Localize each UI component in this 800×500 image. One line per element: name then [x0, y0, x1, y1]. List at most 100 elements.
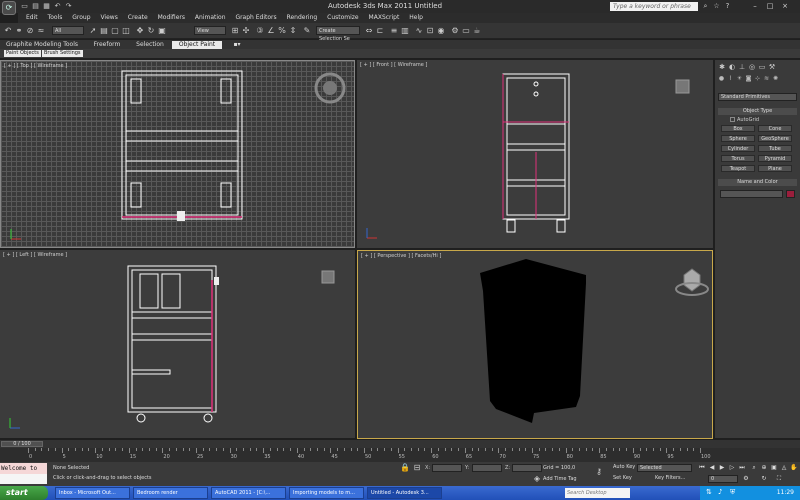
plane-button[interactable]: Plane — [758, 165, 792, 172]
menu-rendering[interactable]: Rendering — [287, 13, 318, 23]
x-coordinate-field[interactable] — [432, 464, 462, 472]
orbit-icon[interactable]: ↻ — [760, 475, 768, 483]
time-tag-icon[interactable]: ◈ — [532, 474, 542, 484]
network-icon[interactable]: ⇅ — [706, 488, 712, 496]
menu-edit[interactable]: Edit — [26, 13, 38, 23]
next-frame-icon[interactable]: ▷ — [728, 464, 736, 472]
time-slider-thumb[interactable]: 0 / 100 — [1, 441, 43, 447]
select-by-name-icon[interactable]: ▤ — [99, 26, 109, 36]
percent-snap-icon[interactable]: % — [277, 26, 287, 36]
rotate-icon[interactable]: ↻ — [146, 26, 156, 36]
snap-3-icon[interactable]: ③ — [255, 26, 265, 36]
shapes-icon[interactable]: ⌇ — [726, 74, 735, 83]
maximize-button[interactable]: □ — [765, 1, 775, 11]
schematic-view-icon[interactable]: ⊡ — [425, 26, 435, 36]
object-type-rollout[interactable]: Object Type — [718, 108, 797, 115]
tab-graphite-modeling[interactable]: Graphite Modeling Tools — [2, 41, 82, 49]
security-icon[interactable]: ⛨ — [730, 488, 735, 497]
tab-freeform[interactable]: Freeform — [85, 41, 129, 49]
minimize-button[interactable]: – — [750, 1, 760, 11]
maxscript-input[interactable] — [0, 474, 47, 484]
tab-object-paint[interactable]: Object Paint — [172, 41, 222, 49]
autogrid-box[interactable] — [730, 117, 735, 122]
open-file-icon[interactable]: ▤ — [31, 2, 40, 11]
absolute-mode-icon[interactable]: ⊟ — [412, 463, 422, 473]
menu-group[interactable]: Group — [72, 13, 90, 23]
volume-icon[interactable]: ♪ — [718, 488, 722, 496]
close-button[interactable]: × — [780, 1, 790, 11]
autogrid-checkbox[interactable]: AutoGrid — [730, 117, 759, 123]
keyword-search-input[interactable]: Type a keyword or phrase — [610, 2, 698, 11]
key-mode-dropdown[interactable]: Selected — [637, 464, 692, 472]
new-file-icon[interactable]: ▭ — [20, 2, 29, 11]
spinner-snap-icon[interactable]: ⇕ — [288, 26, 298, 36]
curve-editor-icon[interactable]: ∿ — [414, 26, 424, 36]
menu-create[interactable]: Create — [128, 13, 148, 23]
layer-manager-icon[interactable]: ≡ — [389, 26, 399, 36]
unlink-icon[interactable]: ⊘ — [25, 26, 35, 36]
primitives-dropdown[interactable]: Standard Primitives — [718, 93, 797, 101]
brush-settings-tab[interactable]: Brush Settings — [42, 50, 83, 57]
lights-icon[interactable]: ☀ — [735, 74, 744, 83]
current-frame-field[interactable]: 0 — [708, 475, 738, 483]
start-button[interactable]: start — [0, 486, 48, 500]
menu-graph-editors[interactable]: Graph Editors — [235, 13, 276, 23]
save-file-icon[interactable]: ▦ — [42, 2, 51, 11]
align-icon[interactable]: ⊏ — [375, 26, 385, 36]
utilities-tab-icon[interactable]: ⚒ — [767, 62, 777, 72]
spacewarps-icon[interactable]: ≋ — [762, 74, 771, 83]
maxscript-listener[interactable]: Welcome to M: — [0, 463, 47, 483]
display-tab-icon[interactable]: ▭ — [757, 62, 767, 72]
viewport-left[interactable]: [ + ] [ Left ] [ Wireframe ] — [0, 250, 355, 438]
play-icon[interactable]: ▶ — [718, 464, 726, 472]
render-setup-icon[interactable]: ⚙ — [450, 26, 460, 36]
rect-selection-icon[interactable]: ▢ — [110, 26, 120, 36]
viewport-perspective[interactable]: [ + ] [ Perspective ] [ Facets/Hi ] — [357, 250, 713, 439]
taskbar-item-autocad[interactable]: AutoCAD 2011 - [C:\... — [211, 487, 286, 499]
set-key-button[interactable]: Set Key — [613, 475, 632, 481]
time-config-icon[interactable]: ⚙ — [742, 475, 750, 483]
y-coordinate-field[interactable] — [472, 464, 502, 472]
torus-button[interactable]: Torus — [721, 155, 755, 162]
helpers-icon[interactable]: ⊹ — [753, 74, 762, 83]
key-filters-button[interactable]: Key Filters... — [655, 475, 685, 481]
angle-snap-icon[interactable]: ∠ — [266, 26, 276, 36]
selection-filter-dropdown[interactable]: All — [52, 26, 84, 35]
desktop-search-input[interactable]: Search Desktop — [565, 488, 630, 498]
window-crossing-icon[interactable]: ◫ — [121, 26, 131, 36]
z-coordinate-field[interactable] — [512, 464, 542, 472]
menu-animation[interactable]: Animation — [195, 13, 226, 23]
taskbar-item-importing-models[interactable]: Importing models to m... — [289, 487, 364, 499]
cameras-icon[interactable]: ◙ — [744, 74, 753, 83]
go-to-end-icon[interactable]: ⏭ — [738, 464, 746, 472]
lock-selection-icon[interactable]: 🔒 — [400, 463, 410, 473]
paint-objects-tab[interactable]: Paint Objects — [4, 50, 41, 57]
bind-space-warp-icon[interactable]: ≈ — [36, 26, 46, 36]
motion-tab-icon[interactable]: ◎ — [747, 62, 757, 72]
tab-selection[interactable]: Selection — [131, 41, 169, 49]
zoom-icon[interactable]: ⌕ — [750, 464, 758, 472]
named-selection-dropdown[interactable]: Create Selection Se — [316, 26, 360, 42]
go-to-start-icon[interactable]: ⏮ — [698, 464, 706, 472]
menu-help[interactable]: Help — [409, 13, 423, 23]
geometry-icon[interactable]: ● — [717, 74, 726, 83]
prev-frame-icon[interactable]: ◀ — [708, 464, 716, 472]
material-editor-icon[interactable]: ◉ — [436, 26, 446, 36]
ref-coord-dropdown[interactable]: View — [194, 26, 226, 35]
taskbar-item-bedroom-render[interactable]: Bedroom render — [133, 487, 208, 499]
help-icon[interactable]: ? — [723, 2, 732, 11]
zoom-all-icon[interactable]: ⊕ — [760, 464, 768, 472]
search-icon[interactable]: ⌕ — [701, 2, 710, 11]
teapot-button[interactable]: Teapot — [721, 165, 755, 172]
viewport-top[interactable]: [ + ] [ Top ] [ Wireframe ] — [0, 60, 355, 248]
box-button[interactable]: Box — [721, 125, 755, 132]
pyramid-button[interactable]: Pyramid — [758, 155, 792, 162]
maximize-viewport-icon[interactable]: ⛶ — [775, 475, 783, 483]
taskbar-item-outlook[interactable]: Inbox - Microsoft Out... — [55, 487, 130, 499]
menu-tools[interactable]: Tools — [48, 13, 63, 23]
ribbon-options-icon[interactable]: ▪▾ — [230, 41, 244, 49]
modify-tab-icon[interactable]: ◐ — [727, 62, 737, 72]
name-color-rollout[interactable]: Name and Color — [718, 179, 797, 186]
taskbar-item-3dsmax[interactable]: Untitled - Autodesk 3... — [367, 487, 442, 499]
app-menu-button[interactable]: ⟳ — [2, 1, 16, 15]
